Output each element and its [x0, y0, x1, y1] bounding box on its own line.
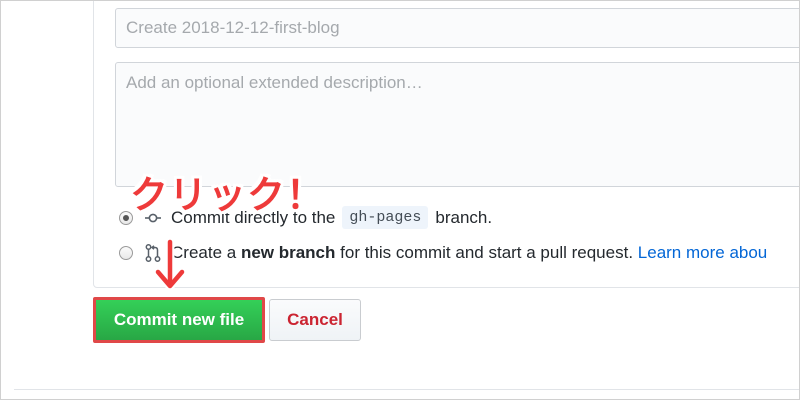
- divider: [14, 389, 800, 390]
- learn-more-link[interactable]: Learn more abou: [638, 243, 767, 263]
- branch-name-badge: gh-pages: [342, 206, 429, 229]
- cancel-button[interactable]: Cancel: [269, 299, 361, 341]
- commit-summary-input[interactable]: [115, 8, 800, 48]
- new-branch-radio[interactable]: [119, 246, 133, 260]
- arrow-down-icon: [150, 237, 190, 292]
- commit-new-file-button[interactable]: Commit new file: [93, 297, 265, 343]
- new-branch-label-middle: for this commit and start a pull request…: [340, 243, 634, 262]
- commit-direct-label-suffix: branch.: [435, 207, 493, 227]
- new-branch-label-bold: new branch: [240, 243, 336, 262]
- click-annotation-text: クリック！: [130, 173, 326, 217]
- new-branch-option[interactable]: Create a new branch for this commit and …: [119, 243, 767, 263]
